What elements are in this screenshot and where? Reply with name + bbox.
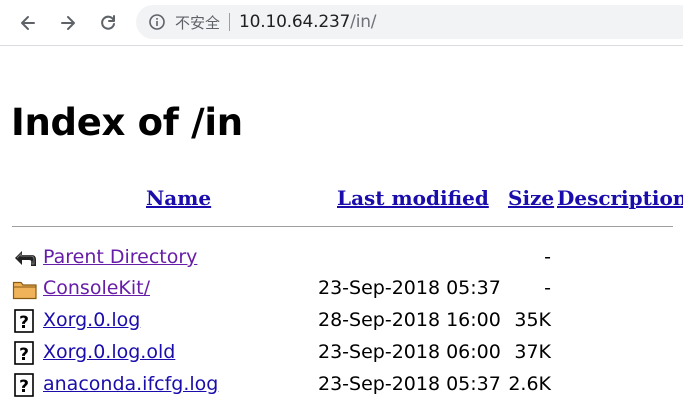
forward-button[interactable] [53, 8, 83, 38]
url-path: /in/ [350, 12, 377, 32]
arrow-left-icon [21, 16, 35, 30]
separator [229, 13, 231, 31]
header-divider [12, 226, 673, 227]
list-item: ConsoleKit/23-Sep-2018 05:37 - [0, 275, 683, 306]
column-header-size[interactable]: Size [508, 186, 554, 210]
file-link[interactable]: Xorg.0.log.old [43, 341, 175, 363]
security-status-label[interactable]: 不安全 [175, 12, 220, 33]
url-text[interactable]: 10.10.64.237/in/ [239, 12, 377, 32]
browser-toolbar: 不安全 10.10.64.237/in/ [0, 0, 683, 46]
back-icon[interactable] [12, 246, 38, 270]
size-value: 35K [514, 309, 551, 331]
list-item: Parent Directory - [0, 244, 683, 275]
arrow-right-icon [61, 16, 75, 30]
size-value: - [544, 277, 551, 299]
last-modified-value: 23-Sep-2018 05:37 [318, 373, 501, 395]
url-host: 10.10.64.237 [239, 12, 351, 32]
last-modified-value: 23-Sep-2018 06:00 [318, 341, 501, 363]
svg-text:?: ? [19, 377, 29, 397]
file-link[interactable]: anaconda.ifcfg.log [43, 373, 218, 395]
svg-text:?: ? [19, 313, 29, 333]
file-link[interactable]: ConsoleKit/ [43, 277, 150, 299]
unknown-file-icon[interactable]: ? [12, 373, 38, 397]
size-value: - [544, 246, 551, 268]
folder-icon[interactable] [12, 277, 38, 301]
address-bar[interactable]: 不安全 10.10.64.237/in/ [136, 5, 683, 39]
column-header-last-modified[interactable]: Last modified [337, 186, 489, 210]
info-icon[interactable] [148, 13, 166, 31]
column-header-description[interactable]: Description [557, 186, 683, 210]
page-title: Index of /in [11, 101, 243, 144]
file-link[interactable]: Xorg.0.log [43, 309, 140, 331]
list-item: ? Xorg.0.log 28-Sep-2018 16:00 35K [0, 307, 683, 338]
svg-text:?: ? [19, 345, 29, 365]
reload-button[interactable] [93, 8, 123, 38]
unknown-file-icon[interactable]: ? [12, 309, 38, 333]
size-value: 2.6K [508, 373, 551, 395]
last-modified-value: 23-Sep-2018 05:37 [318, 277, 501, 299]
list-item: ? anaconda.ifcfg.log 23-Sep-2018 05:37 2.6K [0, 371, 683, 402]
reload-icon [101, 15, 115, 30]
column-header-name[interactable]: Name [146, 186, 211, 210]
last-modified-value: 28-Sep-2018 16:00 [318, 309, 501, 331]
unknown-file-icon[interactable]: ? [12, 341, 38, 365]
back-button[interactable] [13, 8, 43, 38]
file-link[interactable]: Parent Directory [43, 246, 197, 268]
size-value: 37K [514, 341, 551, 363]
